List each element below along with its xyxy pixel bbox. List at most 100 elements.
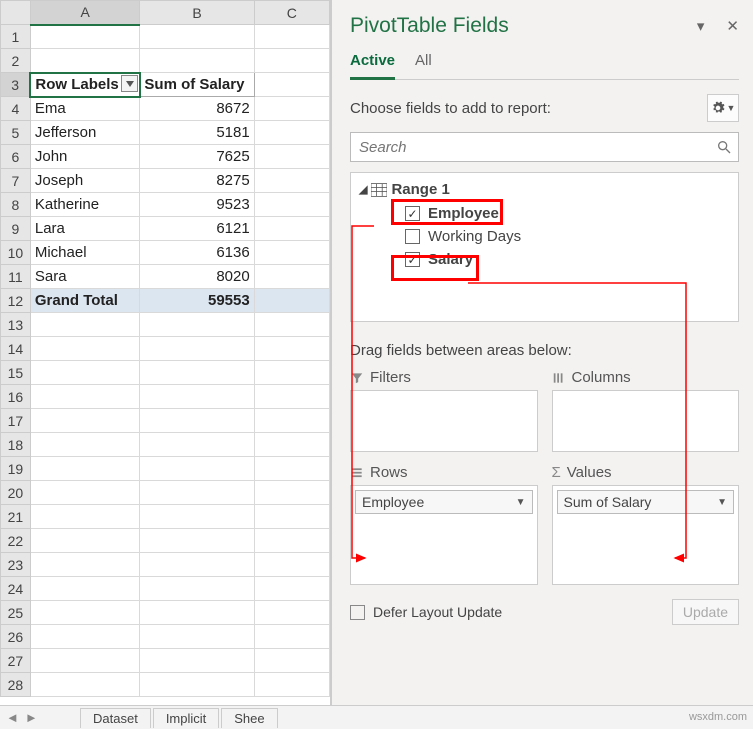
sheet-tab-shee[interactable]: Shee (221, 708, 277, 728)
table-row[interactable]: Lara (30, 217, 140, 241)
tab-nav-next[interactable]: ► (25, 710, 38, 725)
drag-fields-label: Drag fields between areas below: (350, 342, 739, 359)
values-dropzone[interactable]: Sum of Salary ▼ (552, 485, 740, 585)
field-label: Employee (428, 205, 499, 222)
table-row[interactable]: Joseph (30, 169, 140, 193)
select-all-corner[interactable] (1, 1, 31, 25)
columns-dropzone[interactable] (552, 390, 740, 452)
table-row[interactable]: 6136 (140, 241, 254, 265)
tab-nav-prev[interactable]: ◄ (6, 710, 19, 725)
row-header[interactable]: 5 (1, 121, 31, 145)
row-header[interactable]: 9 (1, 217, 31, 241)
row-header[interactable]: 7 (1, 169, 31, 193)
table-row[interactable]: 6121 (140, 217, 254, 241)
chevron-down-icon[interactable]: ▼ (717, 497, 727, 508)
spreadsheet-grid[interactable]: A B C 1 2 3 Row Labels Sum of Salary 4Em… (0, 0, 331, 705)
row-header[interactable]: 24 (1, 577, 31, 601)
values-item-sumsalary[interactable]: Sum of Salary ▼ (557, 490, 735, 514)
row-header[interactable]: 1 (1, 25, 31, 49)
choose-fields-label: Choose fields to add to report: (350, 100, 551, 117)
table-icon (371, 183, 387, 197)
row-header[interactable]: 4 (1, 97, 31, 121)
filters-dropzone[interactable] (350, 390, 538, 452)
close-icon[interactable]: ✕ (726, 17, 739, 35)
field-working-days[interactable]: Working Days (357, 225, 732, 248)
table-row[interactable]: 5181 (140, 121, 254, 145)
tab-all[interactable]: All (415, 48, 432, 79)
rows-icon (350, 466, 364, 480)
row-header[interactable]: 18 (1, 433, 31, 457)
table-row[interactable]: 8275 (140, 169, 254, 193)
row-header[interactable]: 8 (1, 193, 31, 217)
field-list[interactable]: ◢ Range 1 Employee Working Days Salary (350, 172, 739, 322)
search-input[interactable] (357, 138, 716, 157)
area-rows-label: Rows (370, 464, 408, 481)
search-input-container[interactable] (350, 132, 739, 162)
row-header[interactable]: 14 (1, 337, 31, 361)
col-header-c[interactable]: C (254, 1, 329, 25)
checkbox-employee[interactable] (405, 206, 420, 221)
filter-dropdown-button[interactable] (121, 75, 138, 92)
sigma-icon: Σ (552, 464, 561, 481)
row-header[interactable]: 23 (1, 553, 31, 577)
table-row[interactable]: 8020 (140, 265, 254, 289)
row-header[interactable]: 2 (1, 49, 31, 73)
gear-icon (711, 101, 725, 115)
defer-update-checkbox[interactable] (350, 605, 365, 620)
rows-dropzone[interactable]: Employee ▼ (350, 485, 538, 585)
row-header[interactable]: 17 (1, 409, 31, 433)
rows-item-employee[interactable]: Employee ▼ (355, 490, 533, 514)
range-node[interactable]: ◢ Range 1 (357, 181, 732, 198)
field-label: Working Days (428, 228, 521, 245)
col-header-b[interactable]: B (140, 1, 254, 25)
row-header[interactable]: 10 (1, 241, 31, 265)
table-row[interactable]: Katherine (30, 193, 140, 217)
field-employee[interactable]: Employee (357, 202, 732, 225)
pane-dropdown-icon[interactable]: ▾ (697, 17, 705, 35)
row-header[interactable]: 3 (1, 73, 31, 97)
row-header[interactable]: 20 (1, 481, 31, 505)
grand-total-value[interactable]: 59553 (140, 289, 254, 313)
watermark: wsxdm.com (689, 711, 747, 723)
table-row[interactable]: 8672 (140, 97, 254, 121)
row-header[interactable]: 22 (1, 529, 31, 553)
col-header-a[interactable]: A (30, 1, 140, 25)
columns-icon (552, 371, 566, 385)
row-header[interactable]: 25 (1, 601, 31, 625)
table-row[interactable]: Jefferson (30, 121, 140, 145)
table-row[interactable]: 9523 (140, 193, 254, 217)
row-header[interactable]: 6 (1, 145, 31, 169)
row-header[interactable]: 21 (1, 505, 31, 529)
checkbox-working-days[interactable] (405, 229, 420, 244)
update-button[interactable]: Update (672, 599, 739, 625)
table-row[interactable]: Sara (30, 265, 140, 289)
chevron-down-icon[interactable]: ▼ (516, 497, 526, 508)
drop-item-label: Sum of Salary (564, 494, 652, 510)
field-salary[interactable]: Salary (357, 248, 732, 271)
row-header[interactable]: 15 (1, 361, 31, 385)
pivot-sumsalary-header[interactable]: Sum of Salary (140, 73, 254, 97)
sheet-tab-dataset[interactable]: Dataset (80, 708, 151, 728)
table-row[interactable]: Michael (30, 241, 140, 265)
table-row[interactable]: John (30, 145, 140, 169)
grand-total-label[interactable]: Grand Total (30, 289, 140, 313)
row-header[interactable]: 11 (1, 265, 31, 289)
sheet-tab-bar[interactable]: ◄ ► Dataset Implicit Shee (0, 705, 753, 729)
tab-active[interactable]: Active (350, 48, 395, 80)
tools-button[interactable]: ▼ (707, 94, 739, 122)
table-row[interactable]: Ema (30, 97, 140, 121)
row-header[interactable]: 28 (1, 673, 31, 697)
pivot-rowlabels-header[interactable]: Row Labels (30, 73, 140, 97)
row-header[interactable]: 12 (1, 289, 31, 313)
checkbox-salary[interactable] (405, 252, 420, 267)
table-row[interactable]: 7625 (140, 145, 254, 169)
row-header[interactable]: 19 (1, 457, 31, 481)
row-header[interactable]: 27 (1, 649, 31, 673)
row-header[interactable]: 13 (1, 313, 31, 337)
area-values-label: Values (567, 464, 612, 481)
row-header[interactable]: 26 (1, 625, 31, 649)
row-header[interactable]: 16 (1, 385, 31, 409)
sheet-tab-implicit[interactable]: Implicit (153, 708, 219, 728)
range-label: Range 1 (391, 181, 449, 198)
collapse-icon[interactable]: ◢ (359, 183, 367, 196)
